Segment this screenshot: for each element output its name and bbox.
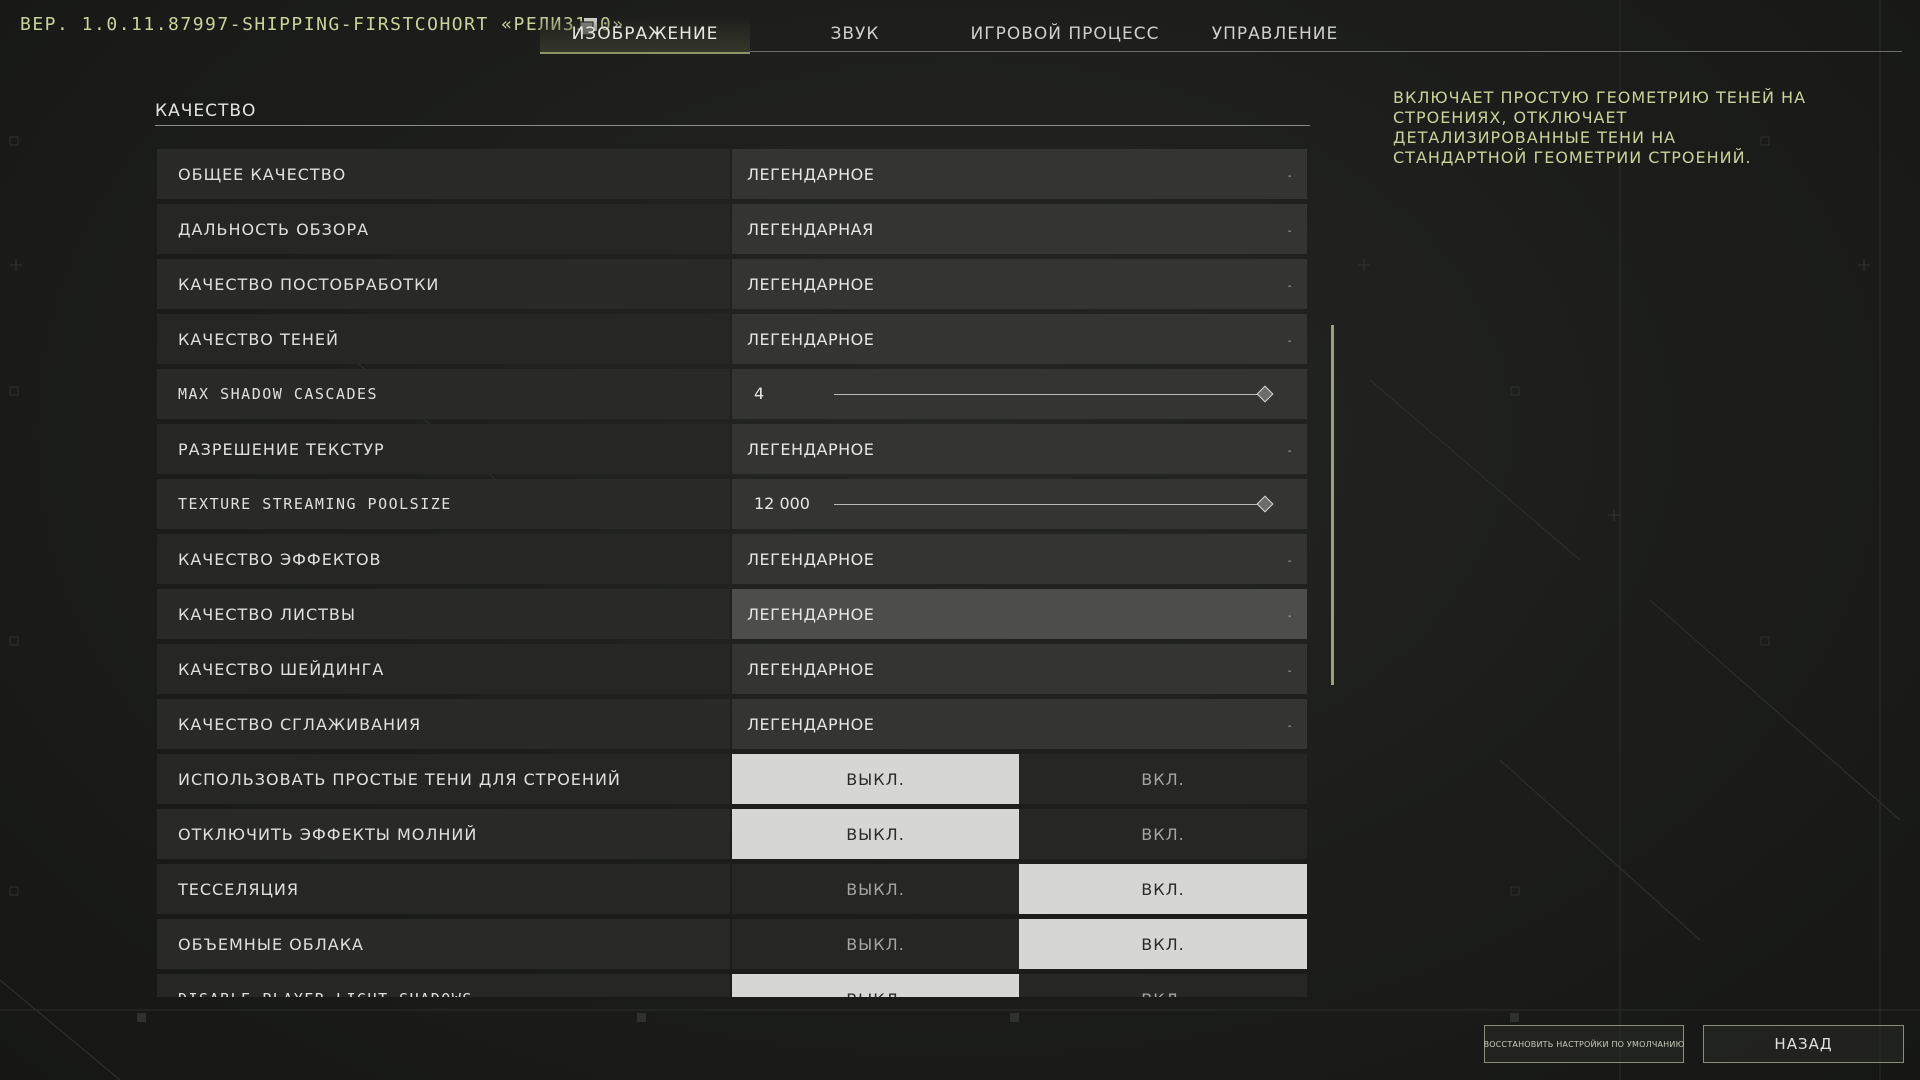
toggle-on-button[interactable]: ВКЛ. <box>1019 864 1307 914</box>
setting-row-texture-streaming-poolsize: TEXTURE STREAMING POOLSIZE 12 000 <box>157 479 1307 529</box>
setting-label: ИСПОЛЬЗОВАТЬ ПРОСТЫЕ ТЕНИ ДЛЯ СТРОЕНИЙ <box>157 754 730 804</box>
setting-label: КАЧЕСТВО ТЕНЕЙ <box>157 314 730 364</box>
back-button[interactable]: НАЗАД <box>1703 1025 1904 1063</box>
setting-label: MAX SHADOW CASCADES <box>157 369 730 419</box>
shading-quality-dropdown[interactable]: ЛЕГЕНДАРНОЕ - <box>732 644 1307 694</box>
setting-label: КАЧЕСТВО ЭФФЕКТОВ <box>157 534 730 584</box>
postprocess-quality-dropdown[interactable]: ЛЕГЕНДАРНОЕ - <box>732 259 1307 309</box>
toggle-off-button[interactable]: ВЫКЛ. <box>732 919 1019 969</box>
setting-label: ОТКЛЮЧИТЬ ЭФФЕКТЫ МОЛНИЙ <box>157 809 730 859</box>
overall-quality-dropdown[interactable]: ЛЕГЕНДАРНОЕ - <box>732 149 1307 199</box>
setting-row-overall-quality: ОБЩЕЕ КАЧЕСТВО ЛЕГЕНДАРНОЕ - <box>157 149 1307 199</box>
diamond-knob-icon[interactable] <box>1256 495 1274 513</box>
dropdown-value: ЛЕГЕНДАРНОЕ <box>747 164 875 184</box>
dropdown-caret-icon: - <box>1287 171 1292 182</box>
setting-row-texture-resolution: РАЗРЕШЕНИЕ ТЕКСТУР ЛЕГЕНДАРНОЕ - <box>157 424 1307 474</box>
reset-defaults-button[interactable]: ВОССТАНОВИТЬ НАСТРОЙКИ ПО УМОЛЧАНИЮ <box>1484 1025 1684 1063</box>
diamond-knob-icon[interactable] <box>1256 385 1274 403</box>
toggle-on-button[interactable]: ВКЛ. <box>1019 809 1307 859</box>
view-distance-dropdown[interactable]: ЛЕГЕНДАРНАЯ - <box>732 204 1307 254</box>
setting-label: КАЧЕСТВО ШЕЙДИНГА <box>157 644 730 694</box>
dropdown-value: ЛЕГЕНДАРНОЕ <box>747 274 875 294</box>
setting-label: ТЕССЕЛЯЦИЯ <box>157 864 730 914</box>
dropdown-value: ЛЕГЕНДАРНОЕ <box>747 329 875 349</box>
setting-row-disable-lightning-effects: ОТКЛЮЧИТЬ ЭФФЕКТЫ МОЛНИЙ ВЫКЛ. ВКЛ. <box>157 809 1307 859</box>
dropdown-caret-icon: - <box>1287 281 1292 292</box>
tab-display[interactable]: ИЗОБРАЖЕНИЕ <box>540 16 750 54</box>
slider-value: 4 <box>754 384 765 403</box>
tab-display-label: ИЗОБРАЖЕНИЕ <box>571 24 719 44</box>
tab-gameplay-label: ИГРОВОЙ ПРОЦЕСС <box>970 24 1160 44</box>
tab-sound[interactable]: ЗВУК <box>810 16 900 52</box>
settings-list: ОБЩЕЕ КАЧЕСТВО ЛЕГЕНДАРНОЕ - ДАЛЬНОСТЬ О… <box>157 149 1307 997</box>
shadow-quality-dropdown[interactable]: ЛЕГЕНДАРНОЕ - <box>732 314 1307 364</box>
toggle-off-button[interactable]: ВЫКЛ. <box>732 974 1019 997</box>
setting-label: ОБЪЕМНЫЕ ОБЛАКА <box>157 919 730 969</box>
tab-controls[interactable]: УПРАВЛЕНИЕ <box>1205 16 1345 52</box>
setting-description: ВКЛЮЧАЕТ ПРОСТУЮ ГЕОМЕТРИЮ ТЕНЕЙ НА СТРО… <box>1393 88 1807 167</box>
dropdown-caret-icon: - <box>1287 556 1292 567</box>
dropdown-caret-icon: - <box>1287 666 1292 677</box>
slider-track[interactable] <box>834 504 1266 505</box>
dropdown-caret-icon: - <box>1287 336 1292 347</box>
setting-row-simple-building-shadows: ИСПОЛЬЗОВАТЬ ПРОСТЫЕ ТЕНИ ДЛЯ СТРОЕНИЙ В… <box>157 754 1307 804</box>
tab-gameplay[interactable]: ИГРОВОЙ ПРОЦЕСС <box>971 16 1159 52</box>
setting-label: КАЧЕСТВО СГЛАЖИВАНИЯ <box>157 699 730 749</box>
toggle-off-button[interactable]: ВЫКЛ. <box>732 809 1019 859</box>
setting-label: КАЧЕСТВО ЛИСТВЫ <box>157 589 730 639</box>
setting-row-volumetric-clouds: ОБЪЕМНЫЕ ОБЛАКА ВЫКЛ. ВКЛ. <box>157 919 1307 969</box>
setting-row-disable-player-light-shadows: DISABLE PLAYER LIGHT SHADOWS ВЫКЛ. ВКЛ. <box>157 974 1307 997</box>
dropdown-caret-icon: - <box>1287 611 1292 622</box>
setting-row-effects-quality: КАЧЕСТВО ЭФФЕКТОВ ЛЕГЕНДАРНОЕ - <box>157 534 1307 584</box>
toggle-on-button[interactable]: ВКЛ. <box>1019 754 1307 804</box>
dropdown-value: ЛЕГЕНДАРНОЕ <box>747 549 875 569</box>
max-shadow-cascades-slider[interactable]: 4 <box>732 369 1307 419</box>
dropdown-value: ЛЕГЕНДАРНОЕ <box>747 659 875 679</box>
dropdown-value: ЛЕГЕНДАРНОЕ <box>747 714 875 734</box>
slider-value: 12 000 <box>754 494 810 513</box>
setting-row-postprocess-quality: КАЧЕСТВО ПОСТОБРАБОТКИ ЛЕГЕНДАРНОЕ - <box>157 259 1307 309</box>
dropdown-caret-icon: - <box>1287 446 1292 457</box>
effects-quality-dropdown[interactable]: ЛЕГЕНДАРНОЕ - <box>732 534 1307 584</box>
tab-sound-label: ЗВУК <box>830 24 880 44</box>
setting-row-tessellation: ТЕССЕЛЯЦИЯ ВЫКЛ. ВКЛ. <box>157 864 1307 914</box>
setting-row-shadow-quality: КАЧЕСТВО ТЕНЕЙ ЛЕГЕНДАРНОЕ - <box>157 314 1307 364</box>
setting-label: ОБЩЕЕ КАЧЕСТВО <box>157 149 730 199</box>
foliage-quality-dropdown[interactable]: ЛЕГЕНДАРНОЕ - <box>732 589 1307 639</box>
section-divider <box>155 125 1310 126</box>
toggle-on-button[interactable]: ВКЛ. <box>1019 974 1307 997</box>
toggle-off-button[interactable]: ВЫКЛ. <box>732 754 1019 804</box>
toggle-off-button[interactable]: ВЫКЛ. <box>732 864 1019 914</box>
dropdown-caret-icon: - <box>1287 226 1292 237</box>
texture-streaming-poolsize-slider[interactable]: 12 000 <box>732 479 1307 529</box>
setting-label: РАЗРЕШЕНИЕ ТЕКСТУР <box>157 424 730 474</box>
section-title: КАЧЕСТВО <box>155 101 257 121</box>
toggle-on-button[interactable]: ВКЛ. <box>1019 919 1307 969</box>
tab-controls-label: УПРАВЛЕНИЕ <box>1211 24 1339 44</box>
setting-label: TEXTURE STREAMING POOLSIZE <box>157 479 730 529</box>
setting-row-shading-quality: КАЧЕСТВО ШЕЙДИНГА ЛЕГЕНДАРНОЕ - <box>157 644 1307 694</box>
setting-label: КАЧЕСТВО ПОСТОБРАБОТКИ <box>157 259 730 309</box>
dropdown-value: ЛЕГЕНДАРНАЯ <box>747 219 874 239</box>
dropdown-caret-icon: - <box>1287 721 1292 732</box>
setting-row-max-shadow-cascades: MAX SHADOW CASCADES 4 <box>157 369 1307 419</box>
dropdown-value: ЛЕГЕНДАРНОЕ <box>747 604 875 624</box>
version-label: ВЕР. 1.0.11.87997-SHIPPING-FIRSTCOHORT «… <box>20 14 625 35</box>
setting-row-view-distance: ДАЛЬНОСТЬ ОБЗОРА ЛЕГЕНДАРНАЯ - <box>157 204 1307 254</box>
slider-track[interactable] <box>834 394 1266 395</box>
setting-label: DISABLE PLAYER LIGHT SHADOWS <box>157 974 730 997</box>
antialiasing-quality-dropdown[interactable]: ЛЕГЕНДАРНОЕ - <box>732 699 1307 749</box>
setting-label: ДАЛЬНОСТЬ ОБЗОРА <box>157 204 730 254</box>
setting-row-antialiasing-quality: КАЧЕСТВО СГЛАЖИВАНИЯ ЛЕГЕНДАРНОЕ - <box>157 699 1307 749</box>
texture-resolution-dropdown[interactable]: ЛЕГЕНДАРНОЕ - <box>732 424 1307 474</box>
settings-screen: ВЕР. 1.0.11.87997-SHIPPING-FIRSTCOHORT «… <box>0 0 1920 1080</box>
settings-scrollbar[interactable] <box>1331 325 1334 685</box>
dropdown-value: ЛЕГЕНДАРНОЕ <box>747 439 875 459</box>
setting-row-foliage-quality: КАЧЕСТВО ЛИСТВЫ ЛЕГЕНДАРНОЕ - <box>157 589 1307 639</box>
